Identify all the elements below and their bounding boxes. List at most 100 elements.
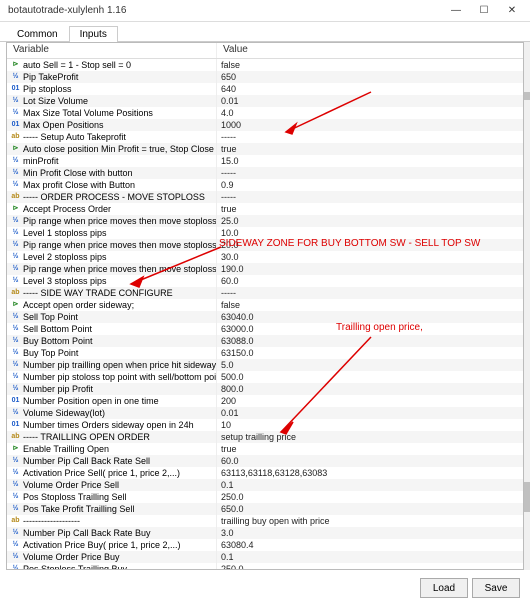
cell-value[interactable]: 63113,63118,63128,63083 (217, 467, 523, 479)
cell-value[interactable]: 25.0 (217, 215, 523, 227)
table-row[interactable]: ½Level 3 stoploss pips60.0 (7, 275, 523, 287)
maximize-button[interactable]: ☐ (470, 1, 498, 21)
table-row[interactable]: ½Sell Bottom Point63000.0 (7, 323, 523, 335)
variable-name: ------------------- (23, 515, 80, 527)
cell-value[interactable]: true (217, 143, 523, 155)
cell-value[interactable]: 650.0 (217, 503, 523, 515)
tab-common[interactable]: Common (6, 26, 69, 42)
table-row[interactable]: ½Number pip trailling open when price hi… (7, 359, 523, 371)
table-row[interactable]: 01Pip stoploss640 (7, 83, 523, 95)
table-row[interactable]: ½Volume Order Price Sell0.1 (7, 479, 523, 491)
cell-value[interactable]: false (217, 299, 523, 311)
cell-value[interactable]: 800.0 (217, 383, 523, 395)
cell-value[interactable]: 10.0 (217, 227, 523, 239)
table-row[interactable]: ½Activation Price Buy( price 1, price 2,… (7, 539, 523, 551)
table-row[interactable]: 01Number times Orders sideway open in 24… (7, 419, 523, 431)
cell-value[interactable]: 640 (217, 83, 523, 95)
cell-value[interactable]: 0.01 (217, 95, 523, 107)
cell-value[interactable]: 63080.4 (217, 539, 523, 551)
table-row[interactable]: ½Volume Sideway(lot)0.01 (7, 407, 523, 419)
table-row[interactable]: ab----- Setup Auto Takeprofit----- (7, 131, 523, 143)
table-body[interactable]: ⊳auto Sell = 1 - Stop sell = 0false½Pip … (7, 59, 523, 569)
cell-value[interactable]: 63150.0 (217, 347, 523, 359)
cell-value[interactable]: 0.1 (217, 479, 523, 491)
cell-value[interactable]: 1000 (217, 119, 523, 131)
table-row[interactable]: ½Pip range when price moves then move st… (7, 263, 523, 275)
close-button[interactable]: ✕ (498, 1, 526, 21)
cell-value[interactable]: 20.0 (217, 239, 523, 251)
table-row[interactable]: 01Number Position open in one time200 (7, 395, 523, 407)
cell-value[interactable]: setup trailling price (217, 431, 523, 443)
cell-value[interactable]: 15.0 (217, 155, 523, 167)
table-row[interactable]: ½Pip range when price moves then move st… (7, 215, 523, 227)
cell-value[interactable]: 500.0 (217, 371, 523, 383)
table-row[interactable]: ½Number pip Profit800.0 (7, 383, 523, 395)
cell-value[interactable]: 200 (217, 395, 523, 407)
table-row[interactable]: ½Pos Stoploss Trailling Sell250.0 (7, 491, 523, 503)
scrollbar-vertical[interactable] (524, 42, 530, 570)
cell-value[interactable]: true (217, 443, 523, 455)
table-row[interactable]: ⊳auto Sell = 1 - Stop sell = 0false (7, 59, 523, 71)
cell-value[interactable]: ----- (217, 167, 523, 179)
table-row[interactable]: ½Number pip stoloss top point with sell/… (7, 371, 523, 383)
table-row[interactable]: ⊳Auto close position Min Profit = true, … (7, 143, 523, 155)
table-row[interactable]: ½Level 1 stoploss pips10.0 (7, 227, 523, 239)
load-button[interactable]: Load (420, 578, 468, 598)
cell-value[interactable]: ----- (217, 287, 523, 299)
variable-name: Number Pip Call Back Rate Buy (23, 527, 151, 539)
cell-value[interactable]: 60.0 (217, 455, 523, 467)
table-row[interactable]: ab----- ORDER PROCESS - MOVE STOPLOSS---… (7, 191, 523, 203)
cell-value[interactable]: 30.0 (217, 251, 523, 263)
cell-value[interactable]: 650 (217, 71, 523, 83)
tab-inputs[interactable]: Inputs (69, 26, 118, 42)
cell-value[interactable]: 63000.0 (217, 323, 523, 335)
cell-value[interactable]: 60.0 (217, 275, 523, 287)
cell-value[interactable]: 5.0 (217, 359, 523, 371)
table-row[interactable]: ½Pip TakeProfit650 (7, 71, 523, 83)
cell-value[interactable]: ----- (217, 131, 523, 143)
table-row[interactable]: ½Number Pip Call Back Rate Sell60.0 (7, 455, 523, 467)
table-row[interactable]: ½Activation Price Sell( price 1, price 2… (7, 467, 523, 479)
minimize-button[interactable]: — (442, 1, 470, 21)
table-row[interactable]: ½Sell Top Point63040.0 (7, 311, 523, 323)
table-row[interactable]: 01Max Open Positions1000 (7, 119, 523, 131)
cell-value[interactable]: 4.0 (217, 107, 523, 119)
save-button[interactable]: Save (472, 578, 520, 598)
cell-value[interactable]: 63088.0 (217, 335, 523, 347)
cell-value[interactable]: 63040.0 (217, 311, 523, 323)
table-row[interactable]: ½minProfit15.0 (7, 155, 523, 167)
table-row[interactable]: ½Volume Order Price Buy0.1 (7, 551, 523, 563)
cell-value[interactable]: 0.01 (217, 407, 523, 419)
cell-value[interactable]: 3.0 (217, 527, 523, 539)
cell-value[interactable]: false (217, 59, 523, 71)
table-row[interactable]: ⊳Enable Trailling Opentrue (7, 443, 523, 455)
table-row[interactable]: ½Buy Top Point63150.0 (7, 347, 523, 359)
type-icon: ½ (11, 241, 20, 250)
table-header: Variable Value (7, 43, 523, 59)
table-row[interactable]: ab----- SIDE WAY TRADE CONFIGURE----- (7, 287, 523, 299)
table-row[interactable]: ⊳Accept open order sideway;false (7, 299, 523, 311)
table-row[interactable]: ½Lot Size Volume0.01 (7, 95, 523, 107)
table-row[interactable]: ab-------------------trailling buy open … (7, 515, 523, 527)
cell-value[interactable]: 0.9 (217, 179, 523, 191)
table-row[interactable]: ab----- TRAILLING OPEN ORDERsetup traill… (7, 431, 523, 443)
cell-value[interactable]: 190.0 (217, 263, 523, 275)
table-row[interactable]: ½Max profit Close with Button0.9 (7, 179, 523, 191)
table-row[interactable]: ½Min Profit Close with button----- (7, 167, 523, 179)
table-row[interactable]: ½Level 2 stoploss pips30.0 (7, 251, 523, 263)
cell-value[interactable]: 10 (217, 419, 523, 431)
variable-name: Pip TakeProfit (23, 71, 78, 83)
cell-value[interactable]: 0.1 (217, 551, 523, 563)
cell-value[interactable]: true (217, 203, 523, 215)
table-row[interactable]: ½Buy Bottom Point63088.0 (7, 335, 523, 347)
table-row[interactable]: ½Pip range when price moves then move st… (7, 239, 523, 251)
cell-value[interactable]: 250.0 (217, 491, 523, 503)
cell-value[interactable]: ----- (217, 191, 523, 203)
table-row[interactable]: ⊳Accept Process Ordertrue (7, 203, 523, 215)
cell-value[interactable]: trailling buy open with price (217, 515, 523, 527)
table-row[interactable]: ½Pos Stoploss Trailling Buy250.0 (7, 563, 523, 569)
table-row[interactable]: ½Number Pip Call Back Rate Buy3.0 (7, 527, 523, 539)
cell-value[interactable]: 250.0 (217, 563, 523, 569)
table-row[interactable]: ½Pos Take Profit Trailling Sell650.0 (7, 503, 523, 515)
table-row[interactable]: ½Max Size Total Volume Positions4.0 (7, 107, 523, 119)
